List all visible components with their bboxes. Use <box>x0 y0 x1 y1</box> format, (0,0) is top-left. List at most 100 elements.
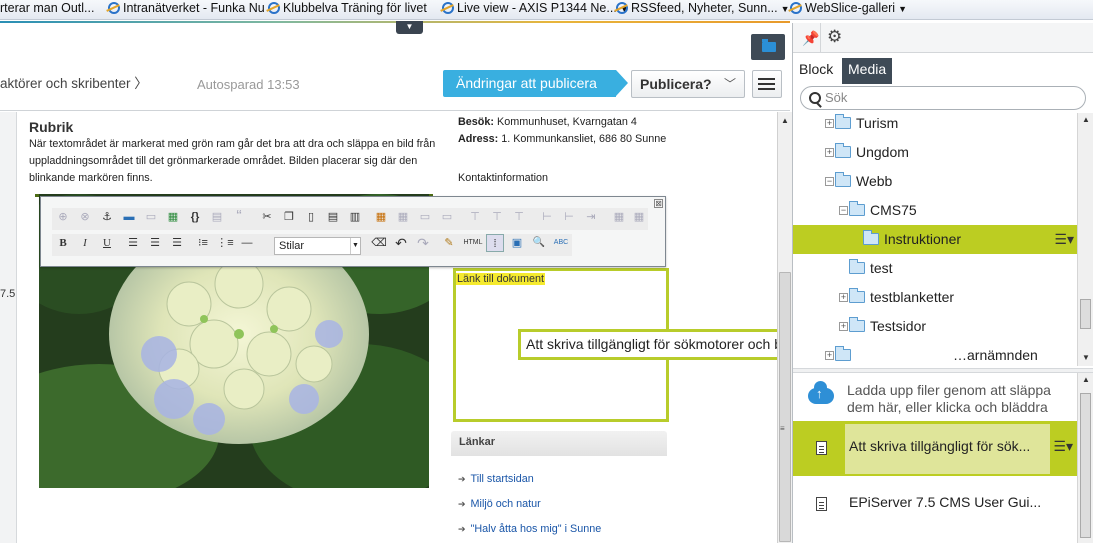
copy-icon[interactable]: ❐ <box>280 208 298 226</box>
collapse-icon[interactable]: − <box>839 206 848 215</box>
scrollbar-thumb[interactable] <box>779 272 791 542</box>
close-icon[interactable]: ⊠ <box>654 199 663 208</box>
align-center-icon[interactable]: ☰ <box>146 234 164 252</box>
delete-col-icon[interactable]: ⊢ <box>538 208 556 226</box>
dynamic-content-icon[interactable]: ▤ <box>208 208 226 226</box>
caret-down-icon[interactable]: ▼ <box>898 4 907 14</box>
spellcheck-icon[interactable]: ABC <box>550 234 572 252</box>
bullet-list-icon[interactable]: ⁝≡ <box>194 234 212 252</box>
edit-image-icon[interactable]: ▭ <box>142 208 160 226</box>
table-layout-icon[interactable]: ▦ <box>610 208 628 226</box>
undo-icon[interactable]: ↶ <box>392 234 410 252</box>
tree-node[interactable]: + …arnämnden <box>793 341 1077 366</box>
cleanup-icon[interactable]: ✎ <box>440 234 458 252</box>
insert-template-icon[interactable]: ▦ <box>164 208 182 226</box>
tree-scrollbar[interactable]: ▲ ▼ <box>1077 113 1093 366</box>
tree-node[interactable]: + testblanketter <box>793 283 1077 312</box>
page-heading[interactable]: Rubrik <box>29 119 73 135</box>
insert-col-icon[interactable]: ⊤ <box>510 208 528 226</box>
global-menu-toggle[interactable]: ▼ <box>396 21 423 34</box>
media-scrollbar[interactable]: ▲ <box>1077 373 1093 543</box>
image-icon[interactable]: ▬ <box>120 208 138 226</box>
search-icon[interactable]: 🔍 <box>530 234 548 252</box>
table-props-icon[interactable]: ▦ <box>394 208 412 226</box>
insert-row-icon[interactable]: ⊤ <box>466 208 484 226</box>
align-left-icon[interactable]: ☰ <box>124 234 142 252</box>
scroll-up-icon[interactable]: ▲ <box>1082 375 1090 384</box>
tree-node-selected[interactable]: Instruktioner ☰▾ <box>793 225 1077 254</box>
assets-pane-toggle-button[interactable] <box>751 34 785 60</box>
upload-drop-zone[interactable]: Ladda upp filer genom att släppa dem här… <box>793 373 1077 421</box>
tree-node[interactable]: test <box>793 254 1077 283</box>
cut-icon[interactable]: ✂ <box>258 208 276 226</box>
intro-text[interactable]: När textområdet är markerat med grön ram… <box>29 136 439 187</box>
media-item-selected[interactable]: Att skriva tillgängligt för sök... ☰▾ <box>793 421 1077 476</box>
favorite-link[interactable]: Live view - AXIS P1344 Ne... ▼ <box>442 0 629 20</box>
context-menu-icon[interactable]: ☰▾ <box>1053 438 1073 455</box>
bold-icon[interactable]: B <box>54 234 72 252</box>
link-item[interactable]: Till startsidan <box>458 473 534 485</box>
clear-format-icon[interactable]: ⌫ <box>370 234 388 252</box>
italic-icon[interactable]: I <box>76 234 94 252</box>
context-menu-icon[interactable]: ☰▾ <box>1054 225 1074 254</box>
row-props-icon[interactable]: ▭ <box>416 208 434 226</box>
style-select[interactable]: Stilar ▼ <box>274 237 361 255</box>
scrollbar-thumb[interactable] <box>1080 393 1091 538</box>
quote-icon[interactable]: “ <box>230 208 248 226</box>
expand-icon[interactable]: + <box>839 322 848 331</box>
delete-row-icon[interactable]: ⊤ <box>488 208 506 226</box>
scrollbar-thumb[interactable] <box>1080 299 1091 329</box>
cell-props-icon[interactable]: ▭ <box>438 208 456 226</box>
favorite-link[interactable]: rterar man Outl... <box>0 0 94 20</box>
collapse-icon[interactable]: − <box>825 177 834 186</box>
anchor-icon[interactable]: ⚓ <box>98 208 116 226</box>
scroll-down-icon[interactable]: ▼ <box>1082 353 1090 362</box>
merge-cell-icon[interactable]: ⇥ <box>582 208 600 226</box>
tab-block[interactable]: Block <box>793 58 839 84</box>
split-cell-icon[interactable]: ⊢ <box>560 208 578 226</box>
expand-icon[interactable]: + <box>825 119 834 128</box>
scroll-up-icon[interactable]: ▲ <box>1082 115 1090 124</box>
link-icon[interactable]: ⊕ <box>54 208 72 226</box>
tree-node[interactable]: − Webb <box>793 167 1077 196</box>
numbered-list-icon[interactable]: ⋮≡ <box>216 234 234 252</box>
tree-node[interactable]: + Turism <box>793 111 1077 138</box>
fullscreen-icon[interactable]: ▣ <box>508 234 526 252</box>
align-right-icon[interactable]: ☰ <box>168 234 186 252</box>
favorite-link[interactable]: WebSlice-galleri ▼ <box>790 0 907 20</box>
gear-icon[interactable]: ⚙ <box>827 27 842 47</box>
search-input[interactable]: Sök <box>800 86 1086 110</box>
code-icon[interactable]: {} <box>186 208 204 226</box>
visit-info[interactable]: Besök: Kommunhuset, Kvarngatan 4 Adress:… <box>458 114 668 148</box>
table-grid-icon[interactable]: ▦ <box>630 208 648 226</box>
scroll-up-icon[interactable]: ▲ <box>781 116 789 125</box>
paste-icon[interactable]: ▯ <box>302 208 320 226</box>
expand-icon[interactable]: + <box>839 293 848 302</box>
contact-info-link[interactable]: Kontaktinformation <box>458 172 548 184</box>
insert-table-icon[interactable]: ▦ <box>372 208 390 226</box>
favorite-link[interactable]: Klubbelva Träning för livet <box>268 0 427 20</box>
paste-text-icon[interactable]: ▤ <box>324 208 342 226</box>
tree-node[interactable]: − CMS75 <box>793 196 1077 225</box>
toggle-visual-aid-icon[interactable]: ⁞ <box>486 234 504 252</box>
tree-node[interactable]: + Testsidor <box>793 312 1077 341</box>
unlink-icon[interactable]: ⊗ <box>76 208 94 226</box>
all-properties-view-button[interactable] <box>752 70 782 98</box>
preview-scrollbar[interactable]: ▲ ≡ <box>777 112 792 543</box>
breadcrumb[interactable]: aktörer och skribenter 〉 <box>0 72 148 92</box>
html-icon[interactable]: HTML <box>462 234 484 252</box>
horizontal-rule-icon[interactable]: — <box>238 234 256 252</box>
link-item[interactable]: "Halv åtta hos mig" i Sunne <box>458 523 602 535</box>
paste-word-icon[interactable]: ▥ <box>346 208 364 226</box>
link-item[interactable]: Miljö och natur <box>458 498 541 510</box>
tree-node[interactable]: + Ungdom <box>793 138 1077 167</box>
underline-icon[interactable]: U <box>98 234 116 252</box>
pin-icon[interactable]: 📌 <box>802 30 819 47</box>
favorite-link[interactable]: RSSfeed, Nyheter, Sunn... ▼ <box>616 0 790 20</box>
redo-icon[interactable]: ↷ <box>414 234 432 252</box>
publish-button[interactable]: Publicera? ﹀ <box>631 70 745 98</box>
tab-media[interactable]: Media <box>842 58 893 84</box>
expand-icon[interactable]: + <box>825 351 834 360</box>
media-item[interactable]: EPiServer 7.5 CMS User Gui... <box>793 477 1077 532</box>
expand-icon[interactable]: + <box>825 148 834 157</box>
